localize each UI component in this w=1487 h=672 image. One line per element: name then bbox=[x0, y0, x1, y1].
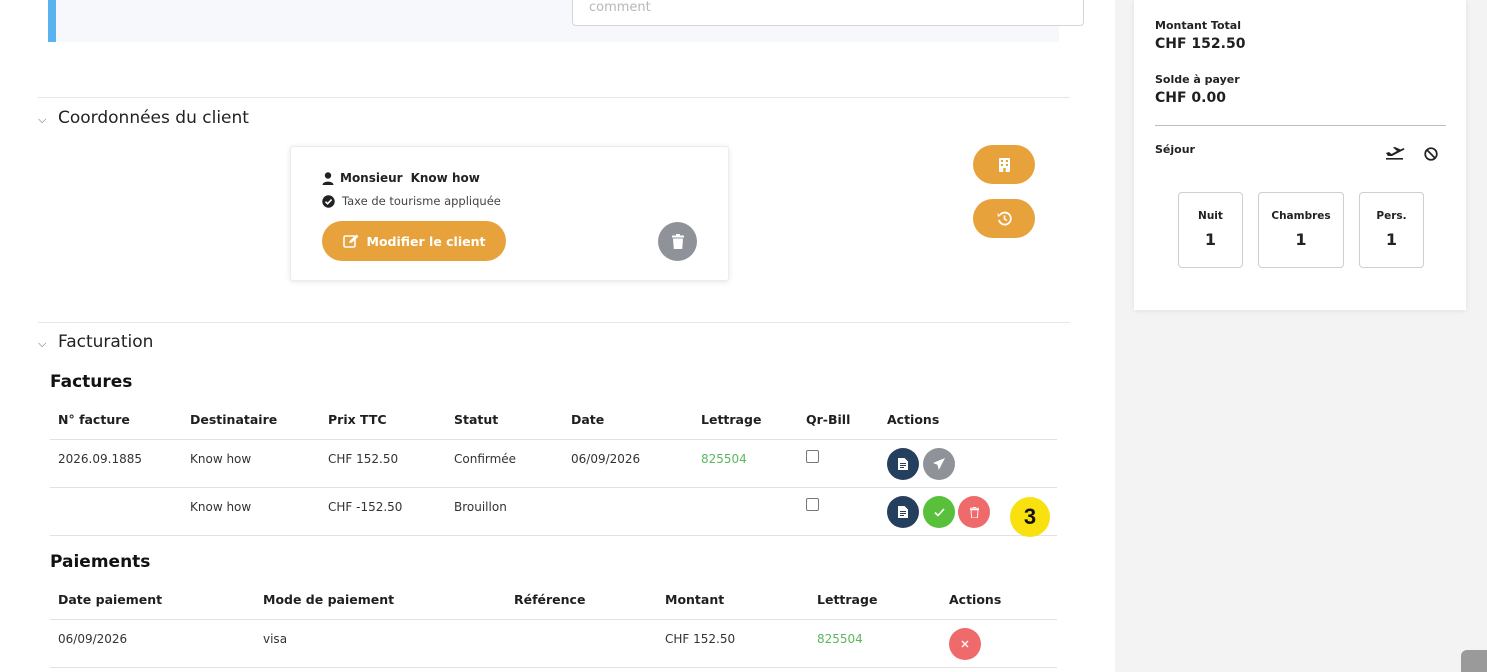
edit-icon bbox=[342, 234, 359, 248]
comment-panel bbox=[48, 0, 1084, 42]
client-name: Know how bbox=[410, 171, 480, 185]
stat-label: Chambres bbox=[1271, 210, 1331, 222]
divider bbox=[38, 97, 1070, 98]
invoice-recipient: Know how bbox=[190, 500, 252, 514]
close-icon bbox=[961, 640, 969, 648]
departure-icon[interactable] bbox=[1385, 145, 1405, 164]
invoice-lettrage[interactable]: 825504 bbox=[701, 452, 747, 466]
scroll-to-top-button[interactable] bbox=[1461, 650, 1487, 672]
trash-icon bbox=[969, 506, 979, 518]
payment-amount: CHF 152.50 bbox=[665, 632, 736, 646]
invoice-status: Confirmée bbox=[454, 452, 517, 466]
invoice-price: CHF -152.50 bbox=[328, 500, 403, 514]
step-badge: 3 bbox=[1010, 497, 1050, 537]
stat-value: 1 bbox=[1385, 230, 1398, 249]
client-name-line: Monsieur Know how bbox=[322, 171, 480, 185]
invoices-title: Factures bbox=[50, 372, 133, 392]
balance-label: Solde à payer bbox=[1155, 73, 1240, 86]
total-value: CHF 152.50 bbox=[1155, 36, 1246, 52]
history-button[interactable] bbox=[973, 199, 1035, 238]
table-row: Know how CHF -152.50 Brouillon bbox=[50, 488, 1057, 536]
tax-line: Taxe de tourisme appliquée bbox=[322, 194, 501, 208]
invoice-status: Brouillon bbox=[454, 500, 507, 514]
hotel-button[interactable] bbox=[973, 145, 1035, 184]
modify-client-label: Modifier le client bbox=[366, 233, 486, 249]
rooms-box: Chambres 1 bbox=[1258, 192, 1344, 268]
qr-bill-checkbox[interactable] bbox=[806, 450, 819, 463]
column-header: Statut bbox=[454, 412, 499, 427]
table-row: 2026.09.1885 Know how CHF 152.50 Confirm… bbox=[50, 440, 1057, 488]
column-header: Montant bbox=[665, 592, 725, 607]
tax-text: Taxe de tourisme appliquée bbox=[342, 194, 501, 208]
client-salutation: Monsieur bbox=[340, 171, 403, 185]
validate-invoice-button[interactable] bbox=[923, 496, 955, 528]
divider bbox=[38, 322, 1070, 323]
send-invoice-button[interactable] bbox=[923, 448, 955, 480]
main-content: ⌵ Coordonnées du client Monsieur Know ho… bbox=[0, 0, 1115, 672]
check-icon bbox=[933, 507, 945, 517]
column-header: Prix TTC bbox=[328, 412, 387, 427]
billing-section-header[interactable]: ⌵ Facturation bbox=[38, 332, 153, 352]
invoice-recipient: Know how bbox=[190, 452, 252, 466]
delete-payment-button[interactable] bbox=[949, 628, 981, 660]
stat-value: 1 bbox=[1295, 230, 1307, 249]
building-icon bbox=[998, 157, 1010, 172]
column-header: Référence bbox=[514, 592, 586, 607]
document-icon bbox=[898, 506, 908, 518]
history-icon bbox=[997, 211, 1012, 226]
column-header: Lettrage bbox=[701, 412, 762, 427]
check-circle-icon bbox=[322, 194, 335, 208]
send-icon bbox=[933, 458, 945, 470]
column-header: Mode de paiement bbox=[263, 592, 395, 607]
payment-lettrage[interactable]: 825504 bbox=[817, 632, 863, 646]
stay-label: Séjour bbox=[1155, 143, 1195, 156]
persons-box: Pers. 1 bbox=[1359, 192, 1424, 268]
trash-icon bbox=[671, 234, 684, 249]
payment-mode: visa bbox=[263, 632, 288, 646]
chevron-down-icon: ⌵ bbox=[38, 337, 47, 350]
column-header: Date paiement bbox=[58, 592, 163, 607]
modify-client-button[interactable]: Modifier le client bbox=[322, 221, 506, 261]
payments-title: Paiements bbox=[50, 552, 151, 572]
invoice-number: 2026.09.1885 bbox=[58, 452, 142, 466]
delete-invoice-button[interactable] bbox=[958, 496, 990, 528]
chevron-down-icon: ⌵ bbox=[38, 113, 47, 126]
summary-card: Montant Total CHF 152.50 Solde à payer C… bbox=[1134, 0, 1466, 310]
column-header: Actions bbox=[949, 592, 1002, 607]
column-header: Qr-Bill bbox=[806, 412, 851, 427]
person-icon bbox=[322, 171, 334, 185]
column-header: N° facture bbox=[58, 412, 130, 427]
billing-section-title: Facturation bbox=[58, 332, 154, 352]
table-header-row: Date paiement Mode de paiement Référence… bbox=[50, 580, 1057, 620]
invoice-price: CHF 152.50 bbox=[328, 452, 399, 466]
qr-bill-checkbox[interactable] bbox=[806, 498, 819, 511]
table-header-row: N° facture Destinataire Prix TTC Statut … bbox=[50, 400, 1057, 440]
view-invoice-button[interactable] bbox=[887, 448, 919, 480]
comment-input[interactable] bbox=[572, 0, 1084, 26]
balance-value: CHF 0.00 bbox=[1155, 90, 1226, 106]
column-header: Actions bbox=[887, 412, 940, 427]
stat-label: Nuit bbox=[1198, 210, 1223, 222]
client-card: Monsieur Know how Taxe de tourisme appli… bbox=[290, 146, 729, 281]
column-header: Lettrage bbox=[817, 592, 878, 607]
stat-value: 1 bbox=[1204, 230, 1217, 249]
table-row: 06/09/2026 visa CHF 152.50 825504 bbox=[50, 620, 1057, 668]
payment-date: 06/09/2026 bbox=[58, 632, 128, 646]
invoice-date: 06/09/2026 bbox=[571, 452, 641, 466]
view-invoice-button[interactable] bbox=[887, 496, 919, 528]
total-label: Montant Total bbox=[1155, 19, 1241, 32]
delete-client-button[interactable] bbox=[658, 222, 697, 261]
client-section-title: Coordonnées du client bbox=[58, 108, 249, 128]
column-header: Date bbox=[571, 412, 605, 427]
nights-box: Nuit 1 bbox=[1178, 192, 1243, 268]
document-icon bbox=[898, 458, 908, 470]
client-section-header[interactable]: ⌵ Coordonnées du client bbox=[38, 108, 249, 128]
column-header: Destinataire bbox=[190, 412, 278, 427]
cancel-icon[interactable] bbox=[1424, 146, 1438, 165]
stat-label: Pers. bbox=[1376, 210, 1407, 222]
divider bbox=[1155, 125, 1446, 126]
